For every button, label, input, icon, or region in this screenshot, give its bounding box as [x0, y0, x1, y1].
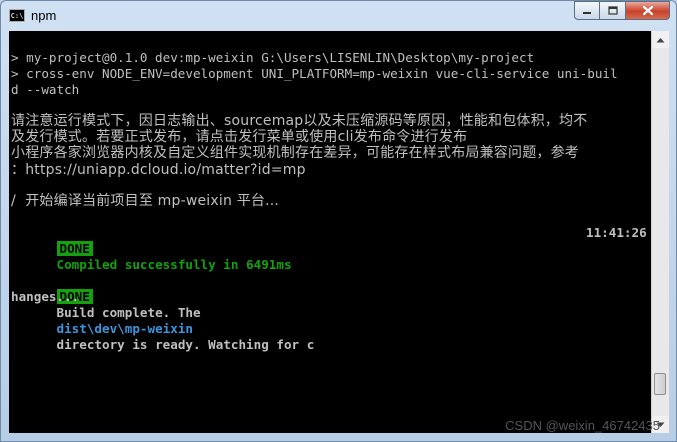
- build-message: Build complete. The: [56, 305, 201, 320]
- maximize-icon: [607, 6, 618, 15]
- caption-buttons: [574, 1, 670, 21]
- compiled-message: Compiled successfully in 6491ms: [56, 257, 292, 272]
- console-line: d --watch: [11, 82, 80, 97]
- minimize-button[interactable]: [574, 1, 600, 20]
- scrollbar-thumb[interactable]: [654, 373, 666, 395]
- done-line-build: DONE Build complete. The dist\dev\mp-wei…: [11, 273, 314, 369]
- console-notice-line: ：https://uniapp.dcloud.io/matter?id=mp: [11, 162, 306, 178]
- console-notice-line: 及发行模式。若要正式发布，请点击发行菜单或使用cli发布命令进行发布: [11, 129, 468, 145]
- compile-timestamp: 11:41:26: [586, 225, 647, 240]
- build-message-wrap: hanges...: [11, 289, 80, 304]
- title-bar[interactable]: C:\ npm: [1, 1, 676, 31]
- vertical-scrollbar[interactable]: [651, 31, 669, 433]
- console-notice-line: 小程序各家浏览器内核及自定义组件实现机制存在差异，可能存在样式布局兼容问题，参考: [11, 145, 579, 161]
- compiling-line: / 开始编译当前项目至 mp-weixin 平台...: [11, 193, 280, 209]
- maximize-button[interactable]: [600, 1, 626, 20]
- console-notice-line: 请注意运行模式下，因日志输出、sourcemap以及未压缩源码等原因，性能和包体…: [11, 113, 588, 129]
- console-app-icon: C:\: [9, 9, 25, 22]
- window-title: npm: [31, 8, 57, 23]
- watermark: CSDN @weixin_46742435: [505, 418, 660, 433]
- arrow-up-icon: [656, 37, 665, 42]
- terminal-window: C:\ npm > my-project@0.1.0 dev:mp-weixin…: [0, 0, 677, 442]
- console-line: > cross-env NODE_ENV=development UNI_PLA…: [11, 66, 618, 81]
- console-output[interactable]: > my-project@0.1.0 dev:mp-weixin G:\User…: [9, 31, 651, 433]
- close-icon: [642, 5, 653, 16]
- scroll-up-button[interactable]: [652, 31, 669, 48]
- build-message-tail: directory is ready. Watching for c: [56, 337, 315, 352]
- close-button[interactable]: [626, 1, 670, 20]
- minimize-icon: [583, 11, 591, 14]
- dist-path: dist\dev\mp-weixin: [56, 321, 193, 336]
- done-badge: DONE: [56, 241, 93, 256]
- console-line: > my-project@0.1.0 dev:mp-weixin G:\User…: [11, 50, 535, 65]
